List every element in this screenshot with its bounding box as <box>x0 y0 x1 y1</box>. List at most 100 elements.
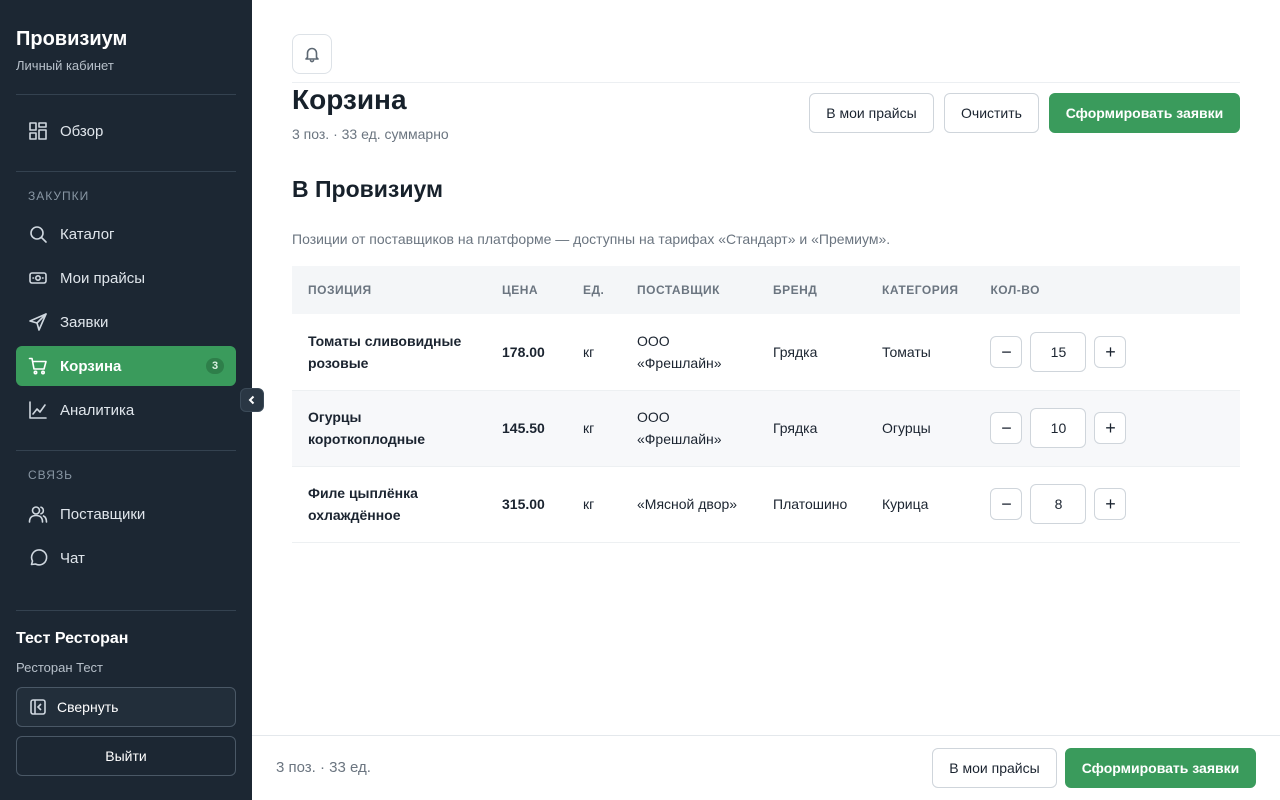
column-header-unit: ЕД. <box>583 283 605 297</box>
quantity-input[interactable] <box>1030 484 1087 524</box>
cell-supplier: ООО «Фрешлайн» <box>637 332 722 371</box>
sidebar-item-orders[interactable]: Заявки <box>16 302 236 342</box>
column-header-supplier: ПОСТАВЩИК <box>637 283 720 297</box>
cell-position: Томаты сливовидные розовые <box>308 332 462 371</box>
cell-price: 145.50 <box>502 420 545 436</box>
collapse-sidebar-button[interactable]: Свернуть <box>16 687 236 727</box>
sidebar-item-label: Аналитика <box>60 401 135 419</box>
chart-icon <box>28 400 48 420</box>
to-my-prices-button[interactable]: В мои прайсы <box>809 93 934 133</box>
divider <box>16 94 236 95</box>
decrease-quantity-button[interactable]: − <box>990 488 1023 520</box>
decrease-quantity-button[interactable]: − <box>990 412 1023 444</box>
cart-icon <box>28 356 48 376</box>
quantity-stepper: − + <box>990 408 1224 448</box>
quantity-input[interactable] <box>1030 331 1087 372</box>
cell-brand: Грядка <box>773 420 818 436</box>
cell-quantity: − + <box>974 390 1240 466</box>
brand-subtitle: Личный кабинет <box>16 58 114 73</box>
notifications-button[interactable] <box>292 34 332 74</box>
sidebar-item-catalog[interactable]: Каталог <box>16 214 236 254</box>
cell-brand: Грядка <box>773 343 818 360</box>
sidebar-item-chat[interactable]: Чат <box>16 538 236 578</box>
page-subtitle: 3 поз. · 33 ед. суммарно <box>292 126 449 142</box>
cell-category: Томаты <box>882 343 931 360</box>
section-label-purchases: ЗАКУПКИ <box>28 189 90 203</box>
price-tag-icon <box>28 268 48 288</box>
footer-summary: 3 поз. · 33 ед. <box>276 759 371 776</box>
column-header-price: ЦЕНА <box>502 283 539 297</box>
cell-brand: Платошино <box>773 496 848 512</box>
sidebar-item-label: Обзор <box>60 122 104 140</box>
increase-quantity-button[interactable]: + <box>1094 488 1127 520</box>
cell-unit: кг <box>583 420 595 436</box>
cart-table: ПОЗИЦИЯ ЦЕНА ЕД. ПОСТАВЩИК БРЕНД КАТЕГОР… <box>292 266 1240 543</box>
collapse-panel-icon <box>30 699 46 715</box>
page-title: Корзина <box>292 84 407 115</box>
footer-to-my-prices-button[interactable]: В мои прайсы <box>932 748 1057 788</box>
cell-quantity: − + <box>974 466 1240 542</box>
header-divider <box>292 82 1240 83</box>
footer-create-orders-button[interactable]: Сформировать заявки <box>1065 748 1256 788</box>
chevron-left-icon <box>248 395 255 405</box>
search-icon <box>28 224 48 244</box>
increase-quantity-button[interactable]: + <box>1094 412 1127 444</box>
sidebar-item-analytics[interactable]: Аналитика <box>16 390 236 430</box>
quantity-stepper: − + <box>990 331 1224 372</box>
increase-quantity-button[interactable]: + <box>1094 335 1127 368</box>
cell-supplier: ООО «Фрешлайн» <box>637 409 722 447</box>
divider <box>16 171 236 172</box>
section-label-contact: СВЯЗЬ <box>28 468 74 482</box>
table-row: Филе цыплёнка охлаждённое 315.00 кг «Мяс… <box>292 466 1240 542</box>
sidebar-item-label: Корзина <box>60 357 122 375</box>
table-row: Огурцы короткоплодные 145.50 кг ООО «Фре… <box>292 390 1240 466</box>
cell-quantity: − + <box>974 314 1240 390</box>
brand: Провизиум Личный кабинет <box>16 28 127 73</box>
sidebar-item-label: Поставщики <box>60 505 146 523</box>
user-subtitle: Ресторан Тест <box>16 660 104 675</box>
brand-title: Провизиум <box>16 28 128 50</box>
section-description: Позиции от поставщиков на платформе — до… <box>292 231 891 247</box>
cell-unit: кг <box>583 496 595 512</box>
sidebar-item-overview[interactable]: Обзор <box>16 111 236 151</box>
sidebar-item-cart[interactable]: Корзина 3 <box>16 346 236 386</box>
sidebar-item-my-prices[interactable]: Мои прайсы <box>16 258 236 298</box>
clear-cart-button[interactable]: Очистить <box>944 93 1039 133</box>
cell-position: Филе цыплёнка охлаждённое <box>308 485 418 523</box>
table-row: Томаты сливовидные розовые 178.00 кг ООО… <box>292 314 1240 390</box>
cell-unit: кг <box>583 343 595 360</box>
cell-supplier: «Мясной двор» <box>637 496 738 512</box>
send-icon <box>28 312 48 332</box>
column-header-brand: БРЕНД <box>773 283 818 297</box>
user-name: Тест Ресторан <box>16 630 129 647</box>
sidebar-item-suppliers[interactable]: Поставщики <box>16 494 236 534</box>
sidebar-toggle-button[interactable] <box>240 388 264 412</box>
cell-position: Огурцы короткоплодные <box>308 409 425 447</box>
quantity-input[interactable] <box>1030 408 1087 448</box>
sidebar-item-label: Чат <box>60 549 85 567</box>
create-orders-button[interactable]: Сформировать заявки <box>1049 93 1240 133</box>
logout-button[interactable]: Выйти <box>16 736 236 776</box>
users-icon <box>28 504 48 524</box>
sidebar: Провизиум Личный кабинет Обзор ЗАКУПКИ К… <box>0 0 252 800</box>
cell-category: Курица <box>882 496 929 512</box>
table-header-row: ПОЗИЦИЯ ЦЕНА ЕД. ПОСТАВЩИК БРЕНД КАТЕГОР… <box>292 266 1240 314</box>
chat-icon <box>28 548 48 568</box>
divider <box>16 610 236 611</box>
section-title: В Провизиум <box>292 176 443 202</box>
column-header-position: ПОЗИЦИЯ <box>308 283 372 297</box>
cell-category: Огурцы <box>882 420 931 436</box>
cart-footer: 3 поз. · 33 ед. В мои прайсы Сформироват… <box>252 735 1280 800</box>
column-header-quantity: КОЛ-ВО <box>990 283 1040 297</box>
collapse-label: Свернуть <box>57 699 119 715</box>
sidebar-item-label: Мои прайсы <box>60 269 146 287</box>
cell-price: 178.00 <box>502 343 545 360</box>
bell-icon <box>305 47 319 63</box>
sidebar-item-label: Каталог <box>60 225 115 243</box>
sidebar-item-label: Заявки <box>60 313 109 331</box>
divider <box>16 450 236 451</box>
cart-count-badge: 3 <box>206 358 224 374</box>
column-header-category: КАТЕГОРИЯ <box>882 283 959 297</box>
decrease-quantity-button[interactable]: − <box>990 335 1023 368</box>
quantity-stepper: − + <box>990 484 1224 524</box>
